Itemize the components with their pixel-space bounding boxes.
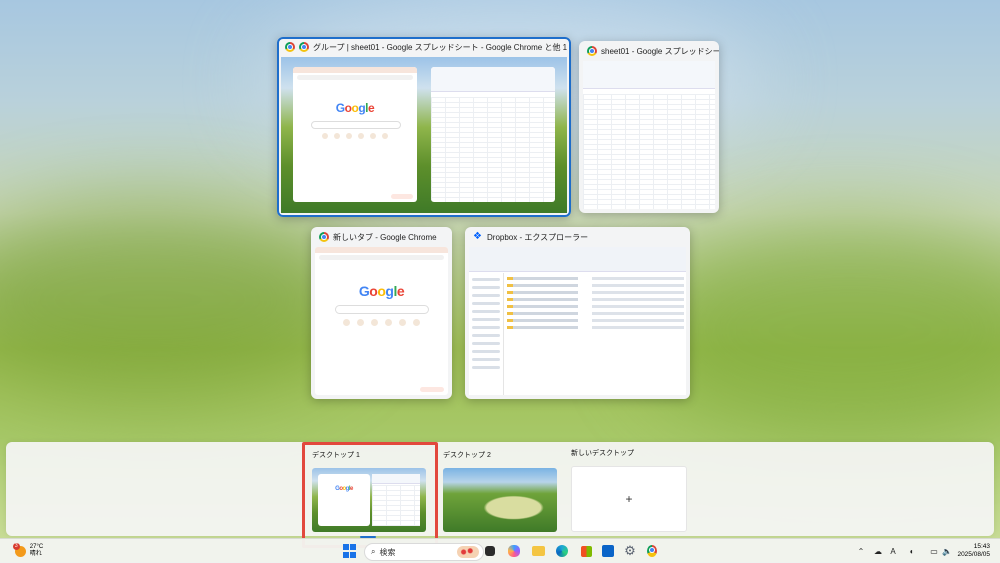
taskbar-search[interactable]: ⌕ 検索 (364, 543, 484, 561)
window-thumbnail-sheet[interactable]: sheet01 - Google スプレッドシート - Google... (579, 41, 719, 213)
chrome-icon (285, 42, 295, 52)
chrome-icon (299, 42, 309, 52)
sun-icon: 3 (12, 542, 26, 557)
dropbox-icon: ❖ (473, 231, 482, 242)
plus-icon: + (625, 492, 633, 506)
date: 2025/08/05 (957, 551, 990, 558)
desktop-label: デスクトップ 2 (443, 452, 491, 459)
edge-icon[interactable] (554, 543, 570, 559)
chrome-newtab-preview: Google (315, 247, 448, 395)
network-status-icon[interactable]: ☁ (872, 543, 884, 559)
search-label: 検索 (379, 547, 396, 557)
weather-condition: 晴れ (29, 551, 42, 557)
file-explorer-icon[interactable] (530, 543, 546, 559)
desktop-label: デスクトップ 1 (312, 452, 360, 459)
clock[interactable]: 15:43 2025/08/05 (948, 543, 990, 559)
task-view-icon[interactable] (482, 543, 498, 559)
monitor-icon[interactable]: ▭ (928, 543, 940, 559)
chevron-up-icon[interactable]: ⌃ (856, 543, 866, 559)
window-title: sheet01 - Google スプレッドシート - Google... (601, 46, 719, 56)
start-button[interactable] (342, 543, 356, 559)
desktop-thumbnail (443, 468, 557, 532)
window-title-bar: ❖ Dropbox - エクスプローラー (465, 227, 690, 247)
time: 15:43 (973, 543, 990, 550)
weather-widget[interactable]: 3 27°C 晴れ (8, 542, 50, 559)
window-title: グループ | sheet01 - Google スプレッドシート - Googl… (313, 42, 571, 52)
window-title-bar: グループ | sheet01 - Google スプレッドシート - Googl… (277, 37, 571, 57)
chrome-icon (319, 232, 329, 242)
temperature: 27°C (29, 544, 44, 550)
window-thumbnail-group[interactable]: グループ | sheet01 - Google スプレッドシート - Googl… (277, 37, 571, 217)
window-preview (583, 61, 715, 209)
outlook-icon[interactable] (600, 543, 616, 559)
virtual-desktop-bar: デスクトップ 1 Google デスクトップ 2 新しいデスクトップ + (6, 442, 994, 548)
window-title-bar: 新しいタブ - Google Chrome (311, 227, 452, 247)
settings-icon[interactable]: ⚙ (622, 543, 638, 559)
sheet-preview (431, 67, 555, 202)
window-preview (469, 247, 686, 395)
search-icon: ⌕ (371, 547, 376, 556)
ime-indicator[interactable]: A (888, 543, 898, 559)
window-preview: Google (281, 57, 567, 213)
notification-badge: 3 (12, 542, 20, 550)
new-desktop-button[interactable]: + (571, 466, 687, 532)
window-title: 新しいタブ - Google Chrome (333, 232, 437, 242)
focus-icon[interactable]: ◐ (906, 543, 918, 559)
google-logo: Google (335, 101, 375, 115)
new-desktop-label: 新しいデスクトップ (571, 450, 634, 457)
chrome-icon (587, 46, 597, 56)
window-preview: Google (315, 247, 448, 395)
copilot-icon[interactable] (506, 543, 522, 559)
window-title-bar: sheet01 - Google スプレッドシート - Google... (579, 41, 719, 61)
chrome-taskbar-icon[interactable] (644, 543, 660, 559)
store-icon[interactable] (578, 543, 594, 559)
window-thumbnail-newtab[interactable]: 新しいタブ - Google Chrome Google (311, 227, 452, 399)
desktop-thumbnail: Google (312, 468, 426, 532)
window-thumbnail-explorer[interactable]: ❖ Dropbox - エクスプローラー (465, 227, 690, 399)
sheet-preview (583, 61, 715, 209)
taskbar: 3 27°C 晴れ ⌕ 検索 ⚙ ⌃ ☁ A ◐ ▭ 🔈 15:43 2025/… (0, 538, 1000, 563)
window-title: Dropbox - エクスプローラー (487, 232, 589, 242)
search-highlight-icon (457, 546, 479, 558)
chrome-newtab-preview: Google (293, 67, 417, 202)
google-logo: Google (358, 283, 405, 299)
